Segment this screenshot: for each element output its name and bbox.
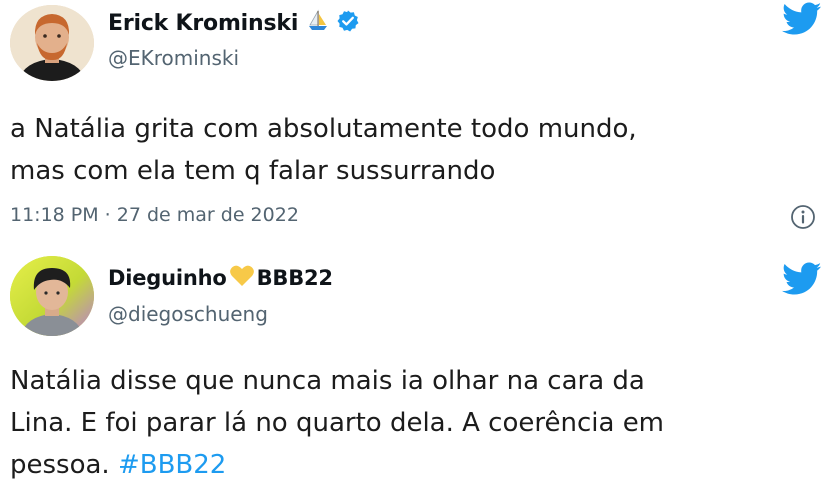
tweet-text-line: Lina. E foi parar lá no quarto dela. A c…	[10, 408, 665, 438]
info-icon[interactable]	[790, 204, 816, 230]
author-handle[interactable]: @diegoschueng	[108, 302, 268, 326]
tweet-timestamp[interactable]: 11:18 PM · 27 de mar de 2022	[10, 204, 299, 226]
display-name[interactable]: Erick Krominski	[108, 11, 298, 36]
avatar-photo	[10, 5, 94, 81]
display-name-suffix[interactable]: BBB22	[257, 266, 333, 290]
tweet-text-line: a Natália grita com absolutamente todo m…	[10, 114, 637, 144]
verified-badge-icon	[336, 9, 360, 37]
twitter-bird-icon[interactable]	[782, 2, 822, 36]
tweet-text-line: pessoa.	[10, 450, 118, 480]
tweet-text: a Natália grita com absolutamente todo m…	[10, 108, 637, 192]
tweet-text-line-last: pessoa. #BBB22	[10, 444, 664, 486]
author-name-row: Erick Krominski	[108, 6, 360, 40]
author-name-row: Dieguinho BBB22	[108, 262, 333, 294]
twitter-bird-icon[interactable]	[782, 262, 822, 296]
avatar[interactable]	[10, 256, 94, 336]
author-handle[interactable]: @EKrominski	[108, 46, 239, 70]
tweet-text-line: Natália disse que nunca mais ia olhar na…	[10, 366, 645, 396]
tweet-text: Natália disse que nunca mais ia olhar na…	[10, 360, 664, 486]
tweet-card: Erick Krominski @EKrominski a Natália gr…	[0, 0, 828, 250]
avatar-photo	[10, 256, 94, 336]
tweet-text-line: mas com ela tem q falar sussurrando	[10, 156, 496, 186]
sailboat-icon	[306, 9, 330, 37]
yellow-heart-icon	[229, 264, 255, 292]
tweet-card: Dieguinho BBB22 @diegoschueng Natália di…	[0, 250, 828, 497]
display-name-prefix[interactable]: Dieguinho	[108, 266, 227, 290]
avatar[interactable]	[10, 5, 94, 81]
hashtag-link[interactable]: #BBB22	[118, 450, 226, 480]
